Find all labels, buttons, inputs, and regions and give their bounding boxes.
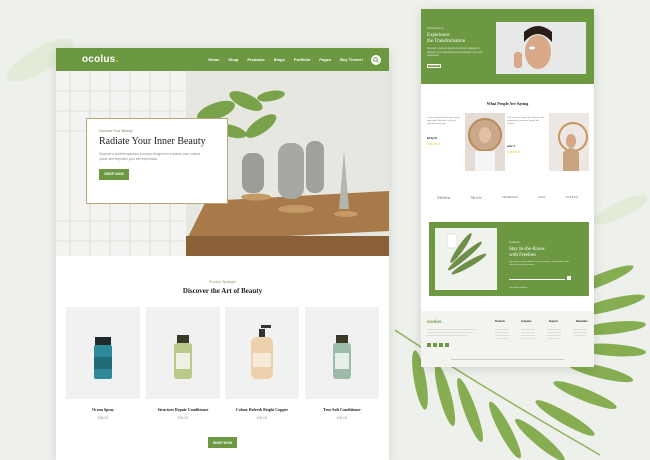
product-image[interactable] xyxy=(66,307,140,399)
newsletter-submit-button[interactable] xyxy=(567,276,571,280)
footer-logo[interactable]: ocolus xyxy=(427,319,442,324)
spotlight-eyebrow: Product Spotlight xyxy=(209,280,236,284)
about-page-mockup: Natural Beauty Experience the Transforma… xyxy=(421,9,594,367)
hero-shop-now-button[interactable]: SHOP NOW xyxy=(99,168,129,180)
testimonials-title: What People Are Saying xyxy=(486,101,529,106)
brand-logo: Medalia xyxy=(437,195,451,200)
transformation-banner: Natural Beauty Experience the Transforma… xyxy=(421,9,594,84)
newsletter-title: Stay In-the-Know with Freebies xyxy=(509,247,545,259)
product-price: $38.00 xyxy=(256,416,268,420)
product-price: $34.00 xyxy=(177,416,189,420)
footer-col-title: Products xyxy=(495,321,505,323)
product-card[interactable]: Colour Refresh Bright Copper $38.00 xyxy=(225,307,299,420)
newsletter-email-input[interactable]: Your email address xyxy=(509,275,565,289)
nav-buy-theme[interactable]: Buy Theme! xyxy=(340,57,363,62)
product-image[interactable] xyxy=(305,307,379,399)
nav-products[interactable]: Products xyxy=(247,57,264,62)
banner-title-line2: the Transformation xyxy=(427,39,466,44)
product-card[interactable]: True Soft Conditioner $36.00 xyxy=(305,307,379,420)
product-name[interactable]: Structure Repair Conditioner xyxy=(146,407,220,412)
testimonial-photo xyxy=(549,113,589,171)
banner-text: Discover a content spacious luminary des… xyxy=(427,47,483,57)
testimonial-author: Jane T. xyxy=(507,145,516,148)
banner-title: Experience the Transformation xyxy=(427,33,465,45)
spotlight-title: Discover the Art of Beauty xyxy=(182,287,263,295)
homepage-mockup: ocolus. Home Shop Products Blogs Portfol… xyxy=(56,48,389,460)
nav-shop[interactable]: Shop xyxy=(228,57,238,62)
brand-logo: Merlin xyxy=(470,195,482,200)
instagram-icon[interactable] xyxy=(439,343,443,347)
twitter-icon[interactable] xyxy=(433,343,437,347)
nav-home[interactable]: Home xyxy=(208,57,219,62)
hero-title: Radiate Your Inner Beauty xyxy=(99,136,206,147)
newsletter-title-line2: with Freebies xyxy=(509,253,537,258)
product-price: $36.00 xyxy=(336,416,348,420)
hero-description: Discover a content spacious luminary des… xyxy=(99,152,200,161)
product-price: $38.00 xyxy=(97,416,109,420)
footer-col-title: Company xyxy=(521,321,532,323)
shop-now-button[interactable]: SHOP NOW xyxy=(208,437,237,448)
social-icons xyxy=(427,343,449,347)
nav-pages[interactable]: Pages xyxy=(319,57,331,62)
logo[interactable]: ocolus. xyxy=(82,54,118,65)
rating-stars: ★★★★★ xyxy=(427,142,441,146)
product-card[interactable]: Structure Repair Conditioner $34.00 xyxy=(146,307,220,420)
brand-logos: Medalia Merlin PERSEPOLIS NOVA ATHLETIQ xyxy=(421,195,594,200)
nav-blogs[interactable]: Blogs xyxy=(274,57,285,62)
newsletter-text: Sign up to receive updates on new arriva… xyxy=(509,261,569,267)
facebook-icon[interactable] xyxy=(427,343,431,347)
footer-links xyxy=(495,327,587,341)
youtube-icon[interactable] xyxy=(445,343,449,347)
hero-eyebrow: Discover Your Beauty xyxy=(99,129,133,133)
newsletter-image xyxy=(435,228,497,290)
hero-card: Discover Your Beauty Radiate Your Inner … xyxy=(86,118,228,204)
testimonial-quote: The formula is gentle yet effective. My … xyxy=(507,117,544,126)
newsletter-section: Newsletter Stay In-the-Know with Freebie… xyxy=(429,222,589,296)
nav-links: Home Shop Products Blogs Portfolio Pages… xyxy=(208,57,363,62)
product-name[interactable]: True Soft Conditioner xyxy=(305,407,379,412)
nav-portfolio[interactable]: Portfolio xyxy=(294,57,310,62)
product-name[interactable]: Ocean Spray xyxy=(66,407,140,412)
testimonial-author: Emily M. xyxy=(427,137,438,140)
product-card[interactable]: Ocean Spray $38.00 xyxy=(66,307,140,420)
brand-logo: NOVA xyxy=(538,196,546,199)
model-photo xyxy=(496,22,586,74)
read-more-button[interactable]: Read More xyxy=(427,64,441,68)
footer: ocolus Products Company Support Newslett… xyxy=(421,311,594,367)
product-name[interactable]: Colour Refresh Bright Copper xyxy=(225,407,299,412)
newsletter-email-placeholder: Your email address xyxy=(509,287,528,289)
footer-copyright xyxy=(451,359,564,360)
search-icon[interactable] xyxy=(371,54,381,65)
rating-stars: ★★★★★ xyxy=(507,150,521,154)
testimonial-quote: I was amazed how fast the results appear… xyxy=(427,117,460,126)
banner-eyebrow: Natural Beauty xyxy=(427,27,444,30)
footer-about xyxy=(427,327,479,338)
brand-logo: ATHLETIQ xyxy=(565,196,578,199)
newsletter-eyebrow: Newsletter xyxy=(509,242,520,244)
testimonial-photo xyxy=(465,113,505,171)
top-navbar: ocolus. Home Shop Products Blogs Portfol… xyxy=(56,48,389,71)
product-image[interactable] xyxy=(146,307,220,399)
product-image[interactable] xyxy=(225,307,299,399)
footer-col-title: Support xyxy=(549,321,558,323)
footer-col-title: Newsletter xyxy=(576,321,588,323)
brand-logo: PERSEPOLIS xyxy=(502,196,518,199)
hero-banner: Discover Your Beauty Radiate Your Inner … xyxy=(56,71,389,256)
